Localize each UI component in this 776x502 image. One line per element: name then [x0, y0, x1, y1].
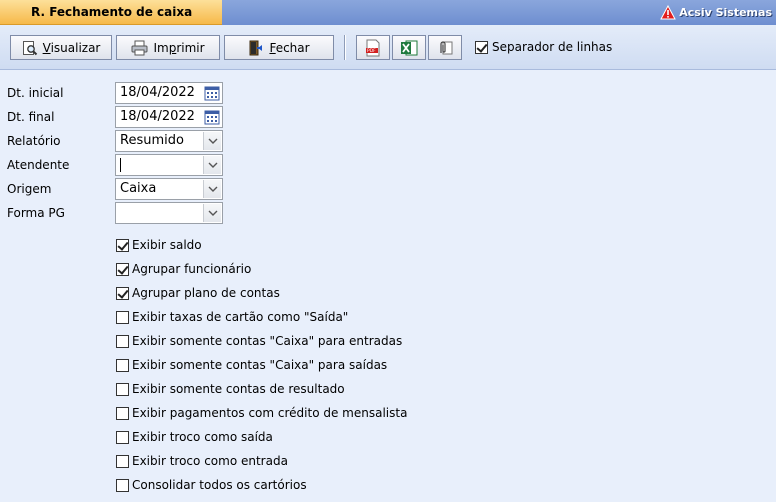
relatorio-label: Relatório [7, 134, 61, 148]
option-credito-mensalista[interactable]: Exibir pagamentos com crédito de mensali… [116, 405, 407, 421]
toolbar-separator [344, 35, 346, 60]
chevron-down-icon[interactable] [203, 156, 221, 174]
origem-label: Origem [7, 182, 52, 196]
option-troco-saida[interactable]: Exibir troco como saída [116, 429, 273, 445]
option-troco-entrada[interactable]: Exibir troco como entrada [116, 453, 288, 469]
option-checkbox[interactable] [116, 334, 129, 348]
option-agrupar-plano-contas[interactable]: Agrupar plano de contas [116, 285, 280, 301]
option-label: Agrupar plano de contas [132, 286, 280, 300]
paperclip-icon [440, 40, 453, 54]
export-excel-button[interactable] [392, 35, 426, 60]
option-checkbox[interactable] [116, 262, 129, 276]
atendente-select[interactable] [115, 154, 223, 176]
origem-value: Caixa [120, 181, 157, 196]
chevron-down-icon[interactable] [203, 132, 221, 150]
option-contas-resultado[interactable]: Exibir somente contas de resultado [116, 381, 345, 397]
export-pdf-button[interactable]: PDF [356, 35, 390, 60]
relatorio-value: Resumido [120, 133, 184, 148]
option-label: Exibir somente contas "Caixa" para entra… [132, 334, 403, 348]
warning-triangle-icon [660, 4, 677, 19]
preview-magnifier-icon [22, 40, 37, 55]
option-checkbox[interactable] [116, 406, 129, 420]
title-bar: R. Fechamento de caixa Acsiv Sistemas [0, 0, 776, 25]
svg-text:PDF: PDF [367, 48, 376, 54]
fechar-label: Fechar [269, 40, 310, 55]
origem-select[interactable]: Caixa [115, 178, 223, 200]
option-checkbox[interactable] [116, 478, 129, 492]
option-checkbox[interactable] [116, 310, 129, 324]
chevron-down-icon[interactable] [203, 204, 221, 222]
pdf-icon: PDF [366, 39, 380, 56]
fechar-button[interactable]: Fechar [224, 35, 334, 60]
visualizar-button[interactable]: Visualizar [10, 35, 112, 60]
chevron-down-icon[interactable] [203, 180, 221, 198]
dt-inicial-value: 18/04/2022 [120, 85, 195, 100]
export-attachment-button[interactable] [428, 35, 462, 60]
window-title-tab[interactable]: R. Fechamento de caixa [0, 0, 222, 25]
dt-final-field[interactable]: 18/04/2022 [115, 106, 223, 128]
separador-linhas-box[interactable] [475, 40, 488, 54]
option-label: Exibir troco como saída [132, 430, 273, 444]
calendar-icon[interactable] [204, 109, 220, 125]
option-consolidar-cartorios[interactable]: Consolidar todos os cartórios [116, 477, 307, 493]
option-label: Exibir pagamentos com crédito de mensali… [132, 406, 408, 420]
option-agrupar-funcionario[interactable]: Agrupar funcionário [116, 261, 251, 277]
text-caret [120, 158, 121, 172]
option-checkbox[interactable] [116, 454, 129, 468]
option-label: Exibir saldo [132, 238, 202, 252]
relatorio-select[interactable]: Resumido [115, 130, 223, 152]
option-label: Exibir troco como entrada [132, 454, 288, 468]
brand-logo: Acsiv Sistemas [660, 3, 772, 21]
toolbar: Visualizar Imprimir Fechar PDF Separador… [0, 25, 776, 70]
dt-inicial-field[interactable]: 18/04/2022 [115, 82, 223, 104]
dt-inicial-label: Dt. inicial [7, 86, 64, 100]
option-label: Consolidar todos os cartórios [132, 478, 307, 492]
visualizar-label: Visualizar [42, 40, 101, 55]
window-title: R. Fechamento de caixa [31, 5, 193, 19]
atendente-label: Atendente [7, 158, 70, 172]
calendar-icon[interactable] [204, 85, 220, 101]
forma-pg-label: Forma PG [7, 206, 65, 220]
dt-final-label: Dt. final [7, 110, 55, 124]
imprimir-button[interactable]: Imprimir [116, 35, 220, 60]
option-taxas-cartao[interactable]: Exibir taxas de cartão como "Saída" [116, 309, 348, 325]
printer-icon [131, 40, 148, 55]
option-caixa-entradas[interactable]: Exibir somente contas "Caixa" para entra… [116, 333, 402, 349]
imprimir-label: Imprimir [153, 40, 205, 55]
separador-linhas-label: Separador de linhas [492, 40, 613, 54]
option-label: Agrupar funcionário [132, 262, 252, 276]
option-label: Exibir somente contas de resultado [132, 382, 345, 396]
option-checkbox[interactable] [116, 430, 129, 444]
option-label: Exibir taxas de cartão como "Saída" [132, 310, 349, 324]
exit-door-icon [249, 40, 263, 55]
option-label: Exibir somente contas "Caixa" para saída… [132, 358, 388, 372]
option-checkbox[interactable] [116, 358, 129, 372]
option-checkbox[interactable] [116, 382, 129, 396]
option-caixa-saidas[interactable]: Exibir somente contas "Caixa" para saída… [116, 357, 387, 373]
brand-name: Acsiv Sistemas [679, 5, 772, 19]
forma-pg-select[interactable] [115, 202, 223, 224]
separador-linhas-checkbox[interactable]: Separador de linhas [475, 40, 612, 54]
dt-final-value: 18/04/2022 [120, 109, 195, 124]
excel-icon [401, 40, 418, 55]
option-exibir-saldo[interactable]: Exibir saldo [116, 237, 202, 253]
option-checkbox[interactable] [116, 286, 129, 300]
option-checkbox[interactable] [116, 238, 129, 252]
